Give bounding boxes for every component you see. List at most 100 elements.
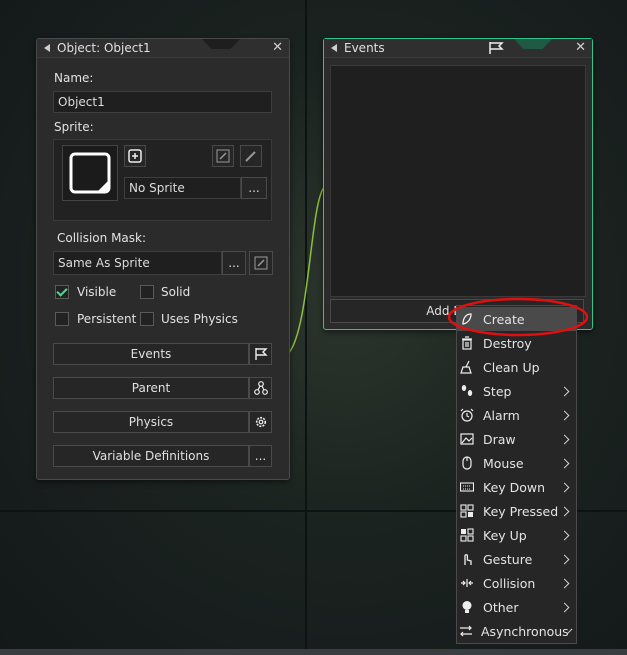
physics-button[interactable]: Physics [53,411,249,433]
variable-definitions-button[interactable]: Variable Definitions [53,445,249,467]
menu-item-clean-up[interactable]: Clean Up [457,355,576,379]
events-window-title: Events [344,41,385,55]
flag-icon [254,348,268,360]
parent-tree-button[interactable] [249,377,272,399]
new-sprite-icon [128,149,142,163]
chevron-right-icon [559,602,570,612]
object-window: Object: Object1 ✕ Name: Object1 Sprite: … [36,38,290,480]
new-sprite-button[interactable] [124,145,146,167]
collision-mask-edit-button[interactable] [249,251,273,275]
menu-item-step[interactable]: Step [457,379,576,403]
object-window-titlebar[interactable]: Object: Object1 ✕ [37,39,289,58]
sprite-browse-button[interactable]: ... [241,177,267,199]
edit-image-icon [254,256,268,270]
collision-mask-label: Collision Mask: [57,231,147,245]
solid-label: Solid [161,285,191,299]
alarm-icon [459,407,475,423]
titlebar-notch [202,39,240,49]
menu-item-label: Asynchronous [481,623,569,639]
uses-physics-checkbox[interactable] [140,312,154,326]
menu-item-label: Gesture [483,551,533,567]
collapse-icon[interactable] [331,44,337,52]
step-icon [459,383,475,399]
brush-icon [245,151,256,162]
clean-up-icon [459,359,475,375]
annotation-ellipse [447,297,589,337]
menu-item-key-pressed[interactable]: Key Pressed [457,499,576,523]
sprite-label: Sprite: [54,120,94,134]
draw-icon [459,431,475,447]
menu-item-label: Other [483,599,519,615]
solid-checkbox[interactable] [140,285,154,299]
sprite-select[interactable]: No Sprite [124,177,241,199]
persistent-checkbox[interactable] [55,312,69,326]
name-label: Name: [54,71,94,85]
close-icon[interactable]: ✕ [272,39,283,57]
menu-item-label: Collision [483,575,536,591]
menu-item-label: Key Pressed [483,503,559,519]
events-window-titlebar[interactable]: Events ✕ [324,39,592,58]
object-window-title: Object: Object1 [57,41,151,55]
chevron-right-icon [559,554,570,564]
visible-label: Visible [77,285,117,299]
chevron-right-icon [559,386,570,396]
other-icon [459,599,475,615]
chevron-right-icon [559,410,570,420]
menu-item-key-up[interactable]: Key Up [457,523,576,547]
chevron-right-icon [559,434,570,444]
mouse-icon [459,455,475,471]
asynchronous-icon [459,623,473,639]
chevron-right-icon [559,530,570,540]
menu-item-label: Clean Up [483,359,540,375]
menu-item-key-down[interactable]: Key Down [457,475,576,499]
events-flag-button[interactable] [249,343,272,365]
uses-physics-label: Uses Physics [161,312,238,326]
chevron-right-icon [559,506,570,516]
menu-item-mouse[interactable]: Mouse [457,451,576,475]
menu-item-label: Alarm [483,407,520,423]
menu-item-label: Draw [483,431,516,447]
events-list[interactable] [330,65,586,297]
paint-sprite-button[interactable] [240,145,262,167]
chevron-right-icon [559,578,570,588]
collision-mask-select[interactable]: Same As Sprite [53,251,222,275]
name-input[interactable]: Object1 [53,91,272,113]
add-event-menu: Create Destroy Clean Up Step Alarm Draw Mouse K… [456,305,577,644]
menu-item-draw[interactable]: Draw [457,427,576,451]
persistent-label: Persistent [77,312,137,326]
menu-item-other[interactable]: Other [457,595,576,619]
sprite-placeholder-icon [69,152,111,194]
workspace-scrollbar[interactable] [0,649,627,655]
variable-definitions-more-button[interactable]: ... [249,445,272,467]
events-window: Events ✕ Add Event [323,38,593,330]
gear-icon [255,416,266,428]
key-down-icon [459,479,475,495]
chevron-right-icon [559,482,570,492]
menu-item-collision[interactable]: Collision [457,571,576,595]
menu-item-label: Step [483,383,512,399]
physics-settings-button[interactable] [249,411,272,433]
collision-mask-browse-button[interactable]: ... [222,251,246,275]
menu-item-alarm[interactable]: Alarm [457,403,576,427]
menu-item-label: Key Up [483,527,527,543]
sprite-panel: No Sprite ... [53,139,272,221]
menu-item-gesture[interactable]: Gesture [457,547,576,571]
events-button[interactable]: Events [53,343,249,365]
visible-checkbox[interactable] [55,285,69,299]
close-icon[interactable]: ✕ [575,39,586,57]
sprite-preview[interactable] [62,145,118,201]
collapse-icon[interactable] [44,44,50,52]
menu-item-asynchronous[interactable]: Asynchronous [457,619,576,643]
titlebar-notch [514,39,552,49]
hierarchy-icon [253,381,268,395]
flag-icon [488,41,504,60]
key-pressed-icon [459,503,475,519]
edit-sprite-button[interactable] [212,145,234,167]
gesture-icon [459,551,475,567]
parent-button[interactable]: Parent [53,377,249,399]
menu-item-label: Key Down [483,479,546,495]
menu-item-label: Mouse [483,455,524,471]
collision-icon [459,575,475,591]
chevron-right-icon [559,458,570,468]
edit-image-icon [216,149,230,163]
